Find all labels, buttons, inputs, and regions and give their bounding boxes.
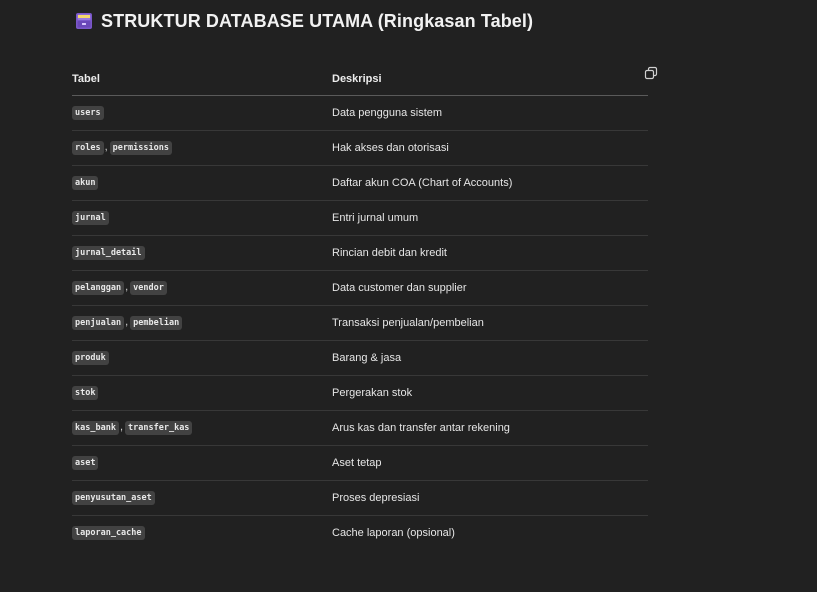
table-description-cell: Proses depresiasi: [332, 480, 648, 516]
table-name-code: pelanggan: [72, 281, 125, 295]
table-row: produk Barang & jasa: [72, 340, 648, 376]
table-name-cell: penyusutan_aset: [72, 480, 332, 516]
table-row: roles, permissions Hak akses dan otorisasi: [72, 130, 648, 166]
table-name-code: jurnal: [72, 211, 109, 225]
table-description-cell: Pergerakan stok: [332, 375, 648, 411]
table-name-code: transfer_kas: [125, 421, 193, 435]
table-name-code: laporan_cache: [72, 526, 145, 540]
table-name-cell: akun: [72, 165, 332, 201]
table-row: penyusutan_aset Proses depresiasi: [72, 480, 648, 516]
table-name-code: jurnal_detail: [72, 246, 145, 260]
table-row: jurnal Entri jurnal umum: [72, 200, 648, 236]
table-description-cell: Aset tetap: [332, 445, 648, 481]
table-name-cell: stok: [72, 375, 332, 411]
table-name-code: vendor: [130, 281, 167, 295]
table-name-code: produk: [72, 351, 109, 365]
table-row: akun Daftar akun COA (Chart of Accounts): [72, 165, 648, 201]
table-description-cell: Arus kas dan transfer antar rekening: [332, 410, 648, 446]
table-row: pelanggan, vendor Data customer dan suppli…: [72, 270, 648, 306]
table-row: aset Aset tetap: [72, 445, 648, 481]
table-row: users Data pengguna sistem: [72, 95, 648, 131]
table-name-cell: jurnal: [72, 200, 332, 236]
table-name-code: roles: [72, 141, 104, 155]
table-description-cell: Transaksi penjualan/pembelian: [332, 305, 648, 341]
name-separator: ,: [125, 281, 129, 293]
table-name-code: users: [72, 106, 104, 120]
table-description-cell: Data pengguna sistem: [332, 95, 648, 131]
table-name-code: pembelian: [130, 316, 183, 330]
table-name-code: permissions: [109, 141, 172, 155]
table-row: laporan_cache Cache laporan (opsional): [72, 516, 648, 551]
table-name-code: aset: [72, 456, 99, 470]
table-row: stok Pergerakan stok: [72, 375, 648, 411]
table-name-cell: kas_bank, transfer_kas: [72, 410, 332, 446]
table-description-cell: Daftar akun COA (Chart of Accounts): [332, 165, 648, 201]
chat-message: STRUKTUR DATABASE UTAMA (Ringkasan Tabel…: [0, 0, 817, 592]
table-description-cell: Barang & jasa: [332, 340, 648, 376]
table-name-cell: roles, permissions: [72, 130, 332, 166]
table-name-cell: jurnal_detail: [72, 235, 332, 271]
table-name-code: akun: [72, 176, 99, 190]
table-body: users Data pengguna sistem roles, permissio…: [72, 95, 648, 551]
table-description-cell: Data customer dan supplier: [332, 270, 648, 306]
table-description-cell: Rincian debit dan kredit: [332, 235, 648, 271]
table-header-row: Tabel Deskripsi: [72, 62, 648, 96]
table-name-code: penjualan: [72, 316, 125, 330]
table-description-cell: Entri jurnal umum: [332, 200, 648, 236]
table-name-cell: pelanggan, vendor: [72, 270, 332, 306]
table-row: jurnal_detail Rincian debit dan kredit: [72, 235, 648, 271]
column-header-tabel: Tabel: [72, 62, 332, 96]
section-title: STRUKTUR DATABASE UTAMA (Ringkasan Tabel…: [101, 10, 534, 31]
name-separator: ,: [125, 316, 129, 328]
card-file-box-emoji-icon: [75, 12, 93, 30]
table-name-code: kas_bank: [72, 421, 119, 435]
table-description-cell: Cache laporan (opsional): [332, 527, 455, 539]
table-row: kas_bank, transfer_kas Arus kas dan transf…: [72, 410, 648, 446]
table-name-cell: laporan_cache: [72, 516, 332, 551]
name-separator: ,: [104, 141, 108, 153]
table-row: penjualan, pembelian Transaksi penjualan/p…: [72, 305, 648, 341]
table-name-cell: produk: [72, 340, 332, 376]
column-header-deskripsi: Deskripsi: [332, 62, 648, 96]
table-name-cell: users: [72, 95, 332, 131]
database-table-summary: Tabel Deskripsi users Data pengguna siste…: [72, 62, 648, 550]
table-name-cell: penjualan, pembelian: [72, 305, 332, 341]
section-heading: STRUKTUR DATABASE UTAMA (Ringkasan Tabel…: [75, 9, 533, 33]
table-name-code: stok: [72, 386, 99, 400]
table-description-cell: Hak akses dan otorisasi: [332, 130, 648, 166]
name-separator: ,: [119, 421, 124, 433]
table-name-code: penyusutan_aset: [72, 491, 155, 505]
table-name-cell: aset: [72, 445, 332, 481]
